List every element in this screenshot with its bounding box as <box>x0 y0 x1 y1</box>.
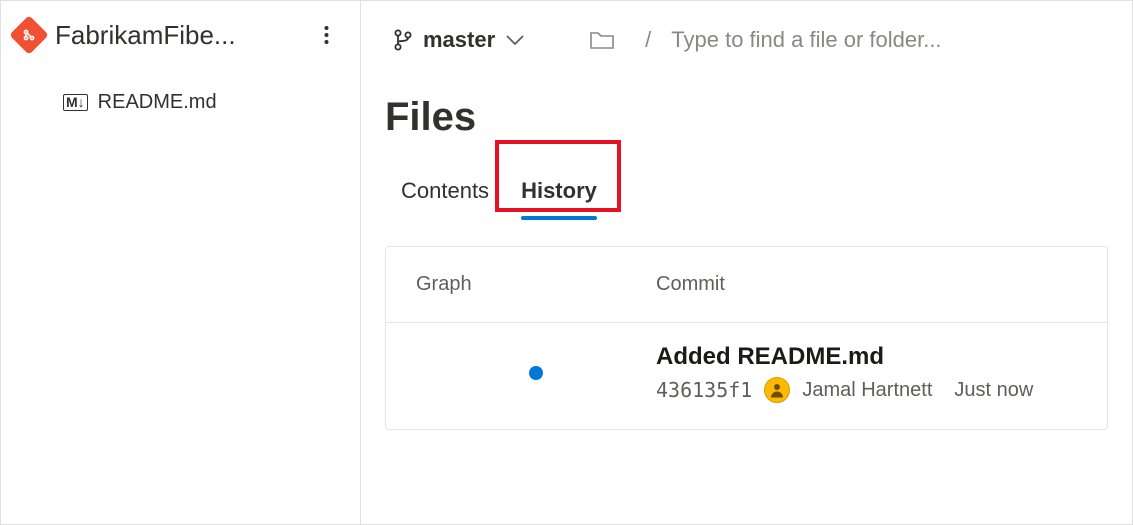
tab-contents[interactable]: Contents <box>385 168 505 218</box>
folder-icon[interactable] <box>589 29 615 51</box>
repo-name[interactable]: FabrikamFibe... <box>55 20 298 51</box>
commit-hash[interactable]: 436135f1 <box>656 378 752 402</box>
commit-node-icon <box>529 366 543 380</box>
branch-icon <box>393 29 413 51</box>
graph-cell <box>416 366 656 380</box>
branch-name: master <box>423 27 495 53</box>
sidebar-header: FabrikamFibe... <box>1 1 360 69</box>
commit-time: Just now <box>954 379 1033 402</box>
commit-meta: 436135f1 Jamal Hartnett Just now <box>656 377 1077 403</box>
branch-selector[interactable]: master <box>385 21 533 59</box>
tree-item-label: README.md <box>98 91 217 114</box>
page-title: Files <box>361 59 1132 148</box>
markdown-icon: M↓ <box>63 94 88 111</box>
git-repo-icon <box>9 15 49 55</box>
column-graph: Graph <box>416 273 656 296</box>
more-vertical-icon <box>324 25 329 45</box>
commit-cell: Added README.md 436135f1 Jamal Hartnett … <box>656 343 1077 403</box>
commit-author[interactable]: Jamal Hartnett <box>802 379 932 402</box>
commit-message[interactable]: Added README.md <box>656 343 1077 371</box>
column-commit: Commit <box>656 273 1077 296</box>
sidebar: FabrikamFibe... M↓ README.md <box>1 1 361 524</box>
chevron-down-icon <box>505 34 525 46</box>
history-panel: Graph Commit Added README.md 436135f1 Ja… <box>385 246 1108 430</box>
path-separator: / <box>645 27 651 53</box>
tree-item-readme[interactable]: M↓ README.md <box>1 81 360 124</box>
avatar[interactable] <box>764 377 790 403</box>
more-actions-button[interactable] <box>310 19 342 51</box>
topbar: master / <box>361 1 1132 59</box>
history-header: Graph Commit <box>386 247 1107 323</box>
commit-row[interactable]: Added README.md 436135f1 Jamal Hartnett … <box>386 323 1107 429</box>
person-icon <box>768 381 786 399</box>
path-search-input[interactable] <box>671 27 1108 53</box>
file-tree: M↓ README.md <box>1 69 360 124</box>
main-content: master / Files Contents History Graph Co… <box>361 1 1132 524</box>
tabs: Contents History <box>361 148 1132 218</box>
tab-history[interactable]: History <box>505 168 613 218</box>
